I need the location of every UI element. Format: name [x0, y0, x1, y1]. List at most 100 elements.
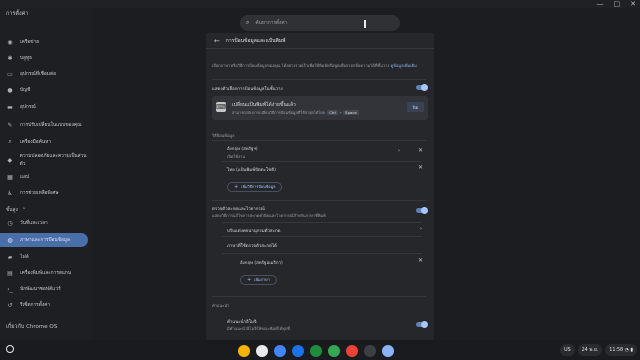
- sidebar-item-connected-devices[interactable]: ▭ อุปกรณ์ที่เชื่อมต่อ: [0, 67, 88, 81]
- status-tray[interactable]: US 24 พ.ย. 11:58 ◔ ▮: [560, 344, 637, 356]
- emoji-suggestions-desc: มีคำแนะนำอิโมจิให้ขณะพิมพ์ได้ทุกที่: [227, 326, 290, 331]
- search-bar[interactable]: ⌕ ค้นหาการตั้งค่า: [240, 15, 400, 31]
- chevron-up-icon: ⌃: [21, 207, 26, 213]
- sidebar-item-languages-input[interactable]: ◍ ภาษาและการป้อนข้อมูล: [0, 233, 88, 247]
- sidebar-item-label: อุปกรณ์: [20, 105, 36, 110]
- apps-icon: ▦: [7, 173, 13, 181]
- spell-language-english-us: อังกฤษ (สหรัฐอเมริกา): [240, 261, 283, 266]
- sidebar-item-accounts[interactable]: ● บัญชี: [0, 83, 88, 97]
- plus-sign: +: [338, 110, 343, 115]
- keyboard-icon: ⌨: [215, 102, 227, 112]
- sidebar-item-label: การปรับเปลี่ยนในแบบของคุณ: [20, 123, 82, 128]
- wifi-icon: ◔: [624, 347, 629, 353]
- page-header: ← การป้อนข้อมูลและแป้นพิมพ์: [206, 33, 434, 49]
- divider: [222, 161, 422, 162]
- sidebar-item-label: อุปกรณ์ที่เชื่อมต่อ: [20, 72, 56, 77]
- code-icon: ›_: [7, 285, 13, 293]
- page-title: การป้อนข้อมูลและแป้นพิมพ์: [225, 37, 286, 44]
- ime-indicator[interactable]: US: [560, 344, 575, 356]
- terminal-icon[interactable]: [364, 345, 376, 357]
- sidebar-item-developers[interactable]: ›_ นักพัฒนาซอฟต์แวร์: [0, 282, 88, 296]
- clock-icon: ◷: [7, 219, 13, 227]
- docs-icon[interactable]: [274, 345, 286, 357]
- space-key: Space: [343, 110, 359, 115]
- wifi-icon: ◉: [7, 38, 13, 46]
- customize-spell-dictionary-link[interactable]: ปรับแต่งพจนานุกรมตัวสะกด: [227, 227, 280, 234]
- chevron-right-icon[interactable]: ›: [420, 226, 422, 232]
- back-arrow-icon[interactable]: ←: [214, 37, 220, 45]
- chrome-icon[interactable]: [238, 345, 250, 357]
- minimize-icon[interactable]: —: [597, 0, 604, 10]
- about-chrome-os-link[interactable]: เกี่ยวกับ Chrome OS: [6, 323, 57, 331]
- play-store-icon[interactable]: [328, 345, 340, 357]
- remove-english-us-icon[interactable]: ✕: [418, 147, 423, 154]
- sidebar-item-personalization[interactable]: ✎ การปรับเปลี่ยนในแบบของคุณ: [0, 118, 88, 132]
- emoji-suggestions-toggle[interactable]: [416, 321, 428, 328]
- chevron-right-icon[interactable]: ›: [398, 148, 400, 154]
- divider: [212, 296, 426, 297]
- keyboard-tip-close-button[interactable]: ปิด: [407, 102, 424, 112]
- sidebar-item-label: วันที่และเวลา: [20, 221, 48, 226]
- sidebar-item-network[interactable]: ◉ เครือข่าย: [0, 35, 88, 49]
- sidebar-item-accessibility[interactable]: ♿ การช่วยเหลือพิเศษ: [0, 186, 88, 200]
- keyboard-tip-desc: สามารถสลับการเปลี่ยนวิธีการป้อนข้อมูลที่…: [232, 110, 360, 116]
- settings-icon[interactable]: [382, 345, 394, 357]
- spell-check-toggle[interactable]: [416, 207, 428, 214]
- connected-devices-icon: ▭: [7, 70, 13, 78]
- input-method-english-us[interactable]: อังกฤษ (สหรัฐฯ): [227, 145, 258, 152]
- reset-icon: ↺: [7, 301, 13, 309]
- files-icon[interactable]: [292, 345, 304, 357]
- search-input[interactable]: ค้นหาการตั้งค่า: [255, 19, 287, 27]
- mouse-cursor: [364, 20, 366, 28]
- spell-check-desc: แสดงวิธีการแก้ไขการสะกดคำผิดและไวยากรณ์ส…: [212, 213, 326, 218]
- sidebar-item-device[interactable]: ▬ อุปกรณ์: [0, 100, 88, 114]
- input-method-thai[interactable]: ไทย (แป้นพิมพ์ปัตตะโชติ): [227, 166, 276, 173]
- remove-spell-language-icon[interactable]: ✕: [418, 257, 423, 264]
- intro-body: เลือกภาษาหรือวิธีการป้อนข้อมูลของคุณ ได้…: [212, 63, 390, 68]
- sidebar-advanced-toggle[interactable]: ขั้นสูง ⌃: [6, 206, 26, 214]
- sidebar-item-printers[interactable]: ▤ เครื่องพิมพ์และการสแกน: [0, 266, 88, 280]
- sidebar-item-label: ภาษาและการป้อนข้อมูล: [20, 238, 70, 243]
- sidebar-item-files[interactable]: ▰ ไฟล์: [0, 250, 88, 264]
- search-icon: ⌕: [246, 19, 250, 26]
- sidebar-item-apps[interactable]: ▦ แอป: [0, 170, 88, 184]
- gmail-icon[interactable]: [256, 345, 268, 357]
- meet-icon[interactable]: [310, 345, 322, 357]
- input-methods-heading: วิธีป้อนข้อมูล: [212, 133, 235, 138]
- sidebar-item-reset[interactable]: ↺ รีเซ็ตการตั้งค่า: [0, 298, 88, 312]
- date-indicator[interactable]: 24 พ.ย.: [577, 344, 603, 356]
- divider: [222, 253, 422, 254]
- sidebar-item-security[interactable]: ◆ ความปลอดภัยและความเป็นส่วนตัว: [0, 153, 88, 167]
- globe-icon: ◍: [7, 236, 13, 244]
- plus-icon: +: [234, 184, 239, 190]
- show-input-options-toggle[interactable]: [416, 84, 428, 91]
- device-icon: ▬: [7, 103, 13, 111]
- spell-check-languages-heading: ภาษาที่ใช้ตรวจตัวสะกดได้: [227, 244, 277, 249]
- sidebar-item-search-engine[interactable]: ⌕ เครื่องมือค้นหา: [0, 135, 88, 149]
- keyboard-tip-title: เปลี่ยนแป้นพิมพ์ได้ง่ายขึ้นแล้ว: [232, 102, 296, 108]
- ctrl-key: Ctrl: [327, 110, 338, 115]
- spell-check-title: ตรวจตัวสะกดและไวยากรณ์: [212, 207, 265, 212]
- input-method-english-us-status: เปิดใช้งาน: [227, 154, 246, 159]
- sidebar-item-bluetooth[interactable]: ✱ บลูทูธ: [0, 51, 88, 65]
- clock-indicator[interactable]: 11:58 ◔ ▮: [605, 344, 637, 356]
- launcher-icon[interactable]: [6, 345, 14, 353]
- bluetooth-icon: ✱: [7, 54, 13, 62]
- maximize-icon[interactable]: □: [614, 0, 621, 10]
- sidebar-item-label: เครื่องมือค้นหา: [20, 140, 52, 145]
- folder-icon: ▰: [7, 253, 13, 261]
- window-controls: — □ ✕: [597, 0, 637, 10]
- sidebar-item-label: บัญชี: [20, 88, 31, 93]
- sidebar-item-date-time[interactable]: ◷ วันที่และเวลา: [0, 216, 88, 230]
- remove-thai-icon[interactable]: ✕: [418, 164, 423, 171]
- youtube-icon[interactable]: [346, 345, 358, 357]
- add-input-method-button[interactable]: + เพิ่มวิธีการป้อนข้อมูล: [227, 182, 283, 192]
- learn-more-link[interactable]: ดูข้อมูลเพิ่มเติม: [391, 63, 417, 68]
- clock-time: 11:58: [609, 347, 624, 353]
- sidebar-item-label: เครื่องพิมพ์และการสแกน: [20, 271, 72, 276]
- show-input-options-label: แสดงตัวเลือกการป้อนข้อมูลในชั้นวาง: [212, 87, 283, 92]
- close-icon[interactable]: ✕: [630, 0, 636, 10]
- add-language-button[interactable]: + เพิ่มภาษา: [240, 275, 277, 285]
- plus-icon: +: [247, 277, 252, 283]
- sidebar-item-label: แอป: [20, 175, 30, 180]
